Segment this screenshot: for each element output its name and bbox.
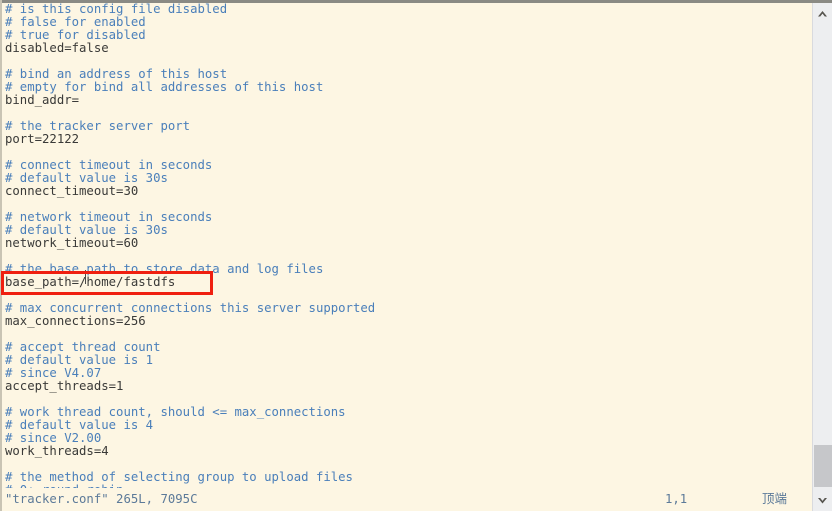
scroll-up-icon[interactable] — [813, 5, 832, 22]
scroll-down-icon[interactable] — [813, 492, 832, 509]
code-line: max_connections=256 — [5, 314, 146, 328]
status-file-info: "tracker.conf" 265L, 7095C — [5, 492, 198, 506]
code-line: network_timeout=60 — [5, 236, 139, 250]
code-line: # since V4.07 — [5, 366, 102, 380]
text-cursor — [85, 270, 86, 284]
code-line: work_threads=4 — [5, 444, 109, 458]
status-scroll-indicator: 顶端 — [762, 491, 788, 506]
code-line: # 0: round robin — [5, 484, 812, 489]
status-cursor-position: 1,1 — [665, 492, 688, 506]
code-line: port=22122 — [5, 132, 80, 146]
code-line: # the method of selecting group to uploa… — [5, 470, 353, 484]
vim-editor-window: # is this config file disabled # false fo… — [0, 0, 832, 511]
code-line: # default value is 4 — [5, 418, 154, 432]
code-line: # empty for bind all addresses of this h… — [5, 80, 324, 94]
code-line: # default value is 1 — [5, 353, 154, 367]
code-line: accept_threads=1 — [5, 379, 124, 393]
vim-status-line: "tracker.conf" 265L, 7095C 1,1 顶端 — [2, 489, 812, 509]
editor-text-area[interactable]: # is this config file disabled # false fo… — [2, 3, 812, 488]
code-line: # the tracker server port — [5, 119, 191, 133]
code-line: # true for disabled — [5, 28, 146, 42]
code-line: connect_timeout=30 — [5, 184, 139, 198]
scrollbar-thumb[interactable] — [814, 445, 832, 487]
code-line: bind_addr= — [5, 93, 80, 107]
vertical-scrollbar[interactable] — [812, 3, 832, 511]
code-line: disabled=false — [5, 41, 109, 55]
code-line: # since V2.00 — [5, 431, 102, 445]
code-line: base_path=/home/fastdfs — [5, 275, 176, 289]
